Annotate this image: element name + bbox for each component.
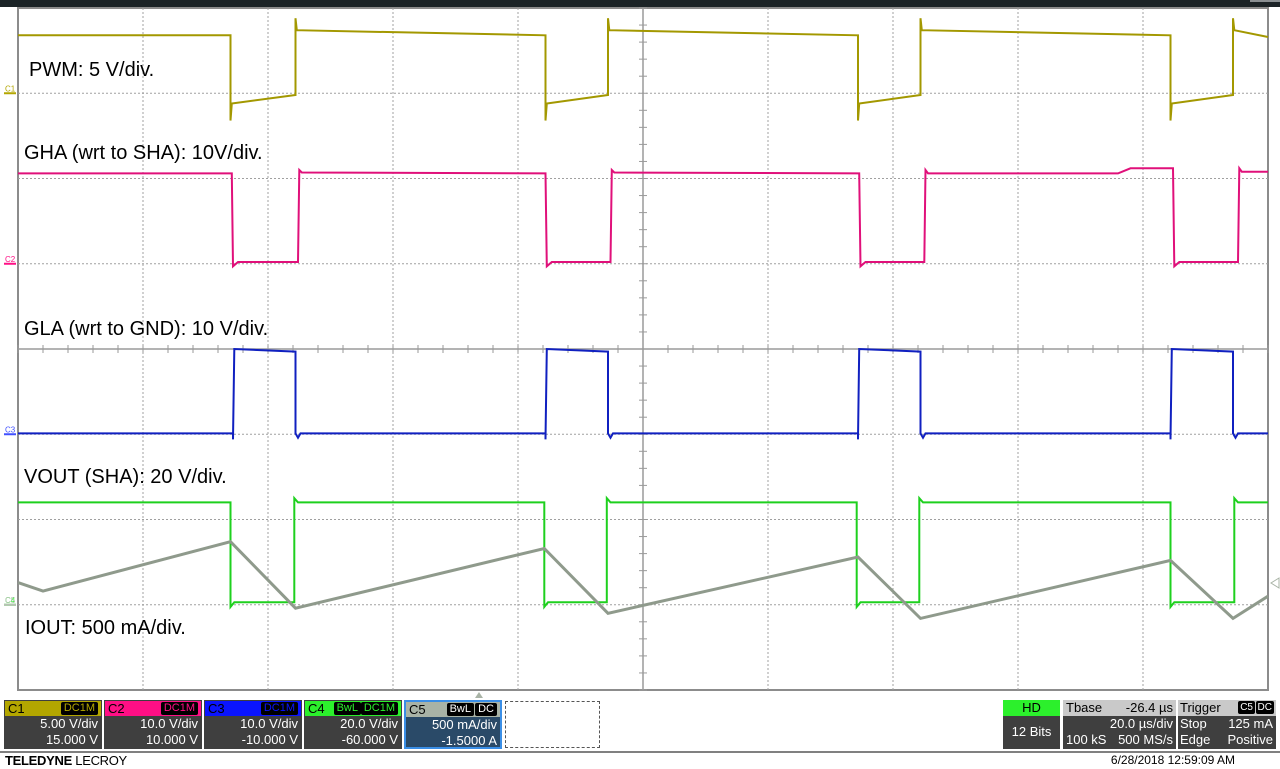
bandwidth-limit-tag: BwL: [333, 702, 361, 715]
brand-bold: TELEDYNE: [5, 753, 72, 768]
volts-per-div: 10.0 V/div: [240, 716, 298, 731]
offset: -1.5000 A: [441, 733, 497, 748]
coupling-tag: DC1M: [360, 702, 398, 715]
channel-id: C4: [308, 701, 325, 716]
channel-marker-c1: C1: [4, 84, 16, 95]
channel-descriptor-c5[interactable]: C5 BwL DC 500 mA/div -1.5000 A: [404, 700, 502, 749]
annotation-vout: VOUT (SHA): 20 V/div.: [24, 466, 227, 488]
hd-badge: HD: [1003, 700, 1060, 716]
channel-id: C2: [108, 701, 125, 716]
timebase-delay: -26.4 µs: [1125, 700, 1173, 715]
channel-descriptor-c1[interactable]: C1 DC1M 5.00 V/div 15.000 V: [4, 700, 102, 749]
brand-logo: TELEDYNE LECROY: [5, 753, 127, 768]
trigger-mode: Stop: [1180, 716, 1207, 731]
volts-per-div: 10.0 V/div: [140, 716, 198, 731]
offset: 10.000 V: [145, 732, 198, 747]
channel-marker-c2: C2: [4, 255, 16, 265]
brand-light: LECROY: [71, 753, 127, 768]
offset: 15.000 V: [45, 732, 98, 747]
trigger-position-marker[interactable]: [475, 692, 483, 698]
trigger-source-tag: C5: [1238, 701, 1255, 714]
channel-id: C5: [409, 702, 426, 717]
annotation-iout: IOUT: 500 mA/div.: [25, 617, 186, 639]
volts-per-div: 20.0 V/div: [340, 716, 398, 731]
graticule: [17, 7, 1269, 691]
timestamp: 6/28/2018 12:59:09 AM: [1110, 753, 1235, 767]
ground-marker-label: C3: [5, 425, 16, 434]
empty-descriptor-slot[interactable]: [505, 701, 600, 748]
volts-per-div: 5.00 V/div: [40, 716, 98, 731]
channel-descriptor-c4[interactable]: C4 BwL DC1M 20.0 V/div -60.000 V: [304, 700, 402, 749]
trigger-level: 125 mA: [1228, 716, 1273, 731]
coupling-tag: DC1M: [260, 702, 298, 715]
channel-descriptor-c2[interactable]: C2 DC1M 10.0 V/div 10.000 V: [104, 700, 202, 749]
status-divider: [0, 751, 1280, 753]
trigger-slope: Positive: [1227, 732, 1273, 747]
bandwidth-limit-tag: BwL: [446, 703, 474, 716]
trigger-label: Trigger: [1180, 700, 1221, 715]
sample-count: 100 kS: [1066, 732, 1107, 747]
trigger-type: Edge: [1180, 732, 1211, 747]
annotation-gha: GHA (wrt to SHA): 10V/div.: [24, 142, 263, 164]
channel-descriptor-bar: C1 DC1M 5.00 V/div 15.000 V C2 DC1M 10.0…: [0, 700, 1280, 752]
time-per-div: 20.0 µs/div: [1109, 716, 1173, 731]
oscilloscope-grid[interactable]: C1C2C3C4C5: [0, 0, 1280, 700]
amps-per-div: 500 mA/div: [431, 717, 497, 732]
channel-marker-c5: C5: [4, 596, 16, 606]
trigger-level-marker[interactable]: [1270, 577, 1280, 589]
annotation-pwm: PWM: 5 V/div.: [29, 59, 155, 81]
channel-marker-c3: C3: [4, 425, 16, 436]
ground-marker-label: C5: [5, 596, 16, 605]
annotation-gla: GLA (wrt to GND): 10 V/div.: [24, 318, 269, 340]
sample-rate: 500 MS/s: [1118, 732, 1173, 747]
ground-marker-label: C1: [5, 84, 16, 93]
channel-markers: C1C2C3C4C5: [4, 84, 16, 606]
bit-depth: 12 Bits: [1011, 724, 1052, 739]
coupling-tag: DC1M: [160, 702, 198, 715]
channel-id: C1: [8, 701, 25, 716]
trigger-descriptor[interactable]: Trigger C5 DC Stop 125 mA Edge Positive: [1178, 700, 1276, 749]
acquisition-mode-box[interactable]: HD 12 Bits: [1003, 700, 1060, 749]
timebase-descriptor[interactable]: Tbase -26.4 µs 20.0 µs/div 100 kS 500 MS…: [1063, 700, 1176, 749]
coupling-tag: DC: [475, 703, 497, 716]
channel-id: C3: [208, 701, 225, 716]
ground-marker-label: C2: [5, 255, 16, 264]
channel-descriptor-c3[interactable]: C3 DC1M 10.0 V/div -10.000 V: [204, 700, 302, 749]
trigger-coupling-tag: DC: [1255, 701, 1274, 714]
coupling-tag: DC1M: [60, 702, 98, 715]
timebase-label: Tbase: [1066, 700, 1103, 715]
offset: -60.000 V: [341, 732, 398, 747]
offset: -10.000 V: [241, 732, 298, 747]
